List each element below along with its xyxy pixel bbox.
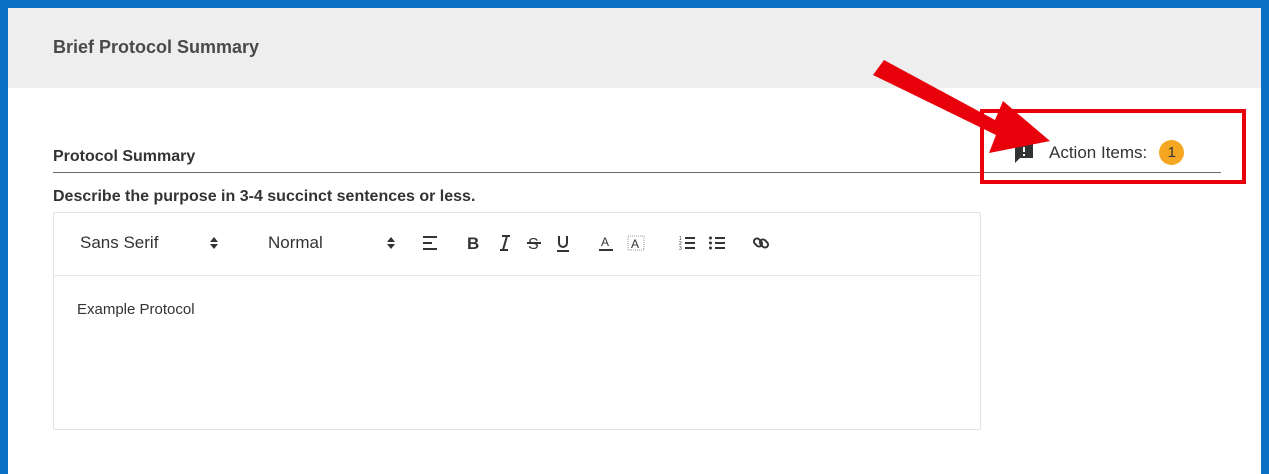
pointer-arrow (873, 60, 1050, 153)
protocol-summary-panel: Brief Protocol Summary Protocol Summary … (0, 0, 1269, 474)
